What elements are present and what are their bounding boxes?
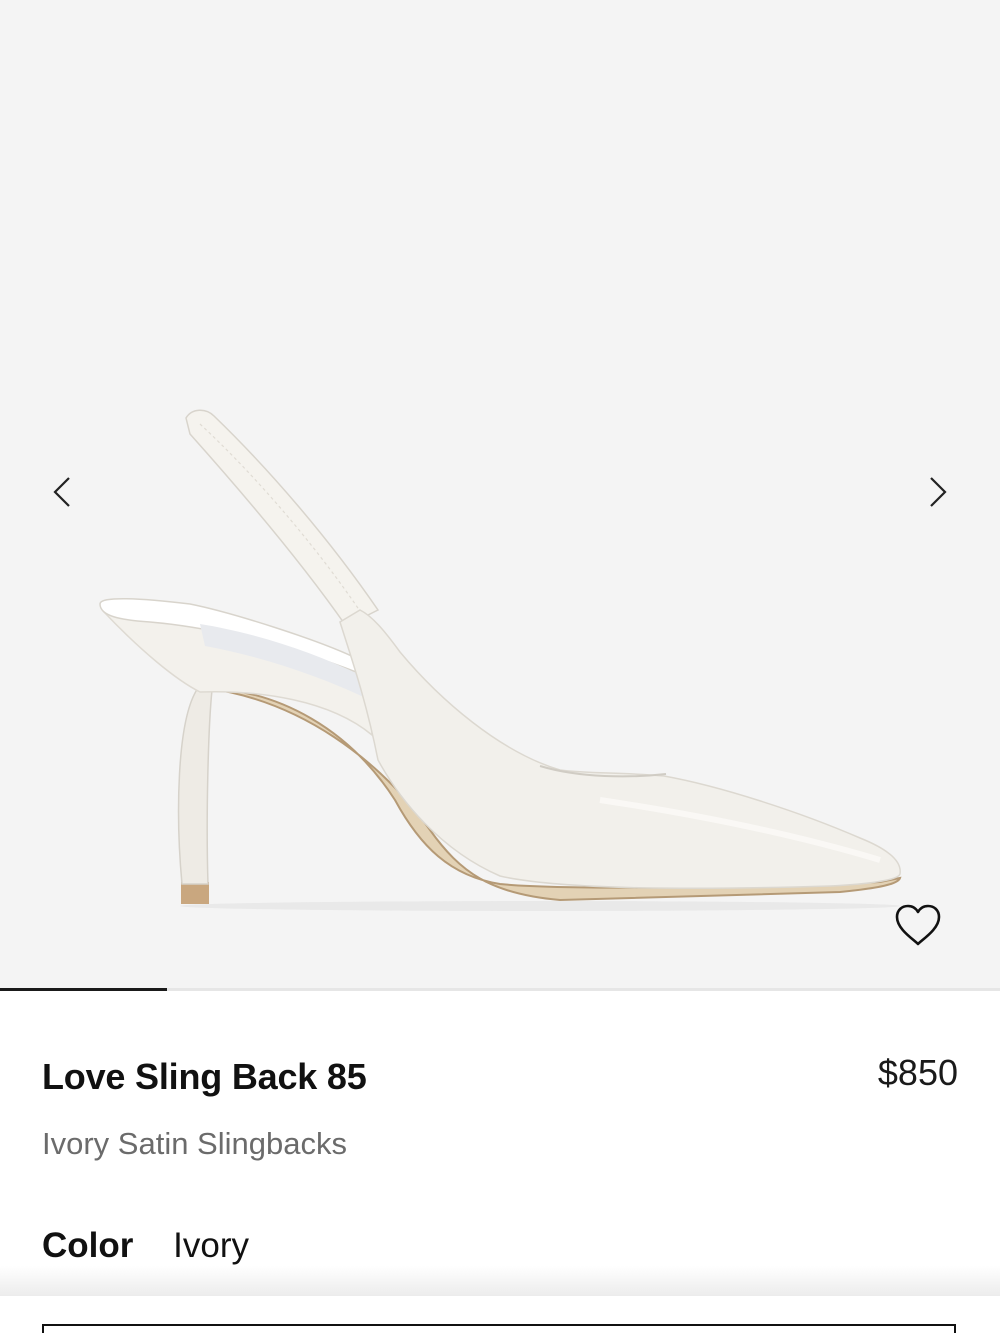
add-to-wishlist-button[interactable] (890, 898, 946, 952)
next-image-button[interactable] (912, 466, 964, 518)
gallery-progress-indicator (0, 988, 167, 991)
gallery-progress-track (0, 988, 1000, 991)
product-image-gallery[interactable] (0, 0, 1000, 990)
product-price: $850 (877, 1052, 958, 1093)
chevron-left-icon (53, 477, 70, 507)
product-image (99, 409, 902, 911)
product-subtitle: Ivory Satin Slingbacks (42, 1126, 347, 1161)
product-page: Love Sling Back 85 $850 Ivory Satin Slin… (0, 0, 1000, 1333)
product-name: Love Sling Back 85 (42, 1056, 367, 1097)
size-select-box[interactable] (42, 1324, 956, 1333)
selected-color-value: Ivory (173, 1226, 249, 1265)
heart-icon (895, 904, 941, 946)
chevron-right-icon (930, 477, 947, 507)
section-divider-shadow (0, 1266, 1000, 1296)
color-label: Color (42, 1226, 134, 1265)
previous-image-button[interactable] (36, 466, 88, 518)
color-selector: Color Ivory (42, 1226, 249, 1266)
